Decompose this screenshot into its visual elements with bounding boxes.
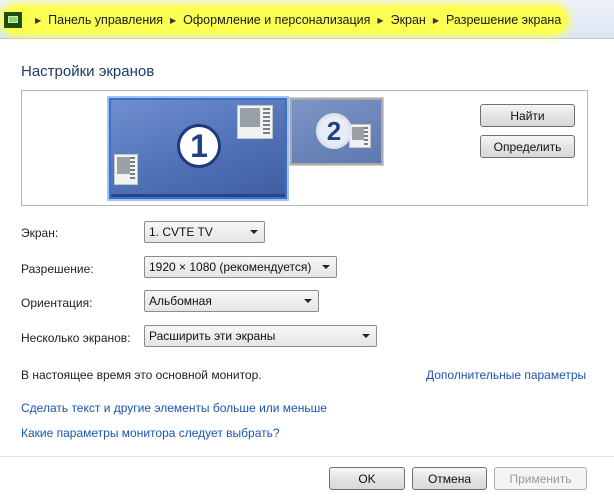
orientation-select[interactable]: Альбомная — [144, 290, 319, 312]
chevron-right-icon[interactable]: ▶ — [35, 16, 41, 25]
breadcrumb-item-display[interactable]: Экран — [391, 13, 426, 27]
chevron-right-icon[interactable]: ▶ — [433, 16, 439, 25]
resolution-label: Разрешение: — [21, 262, 94, 276]
dropdown-arrow-icon — [362, 334, 370, 338]
taskbar — [111, 194, 285, 197]
dropdown-arrow-icon — [250, 230, 258, 234]
resolution-select[interactable]: 1920 × 1080 (рекомендуется) — [144, 256, 337, 278]
page-title: Настройки экранов — [21, 63, 155, 80]
apply-button[interactable]: Применить — [494, 467, 587, 490]
chevron-right-icon[interactable]: ▶ — [377, 16, 383, 25]
monitor-preview: 1 2 Найти Определить — [21, 90, 588, 206]
monitor-1[interactable]: 1 — [109, 98, 287, 199]
display-label: Экран: — [21, 226, 59, 240]
orientation-select-value: Альбомная — [149, 294, 212, 308]
multiple-displays-select-value: Расширить эти экраны — [149, 329, 276, 343]
chevron-right-icon[interactable]: ▶ — [170, 16, 176, 25]
resolution-select-value: 1920 × 1080 (рекомендуется) — [149, 260, 312, 274]
window-thumbnail-icon — [349, 124, 371, 148]
breadcrumb: ▶ Панель управления ▶ Оформление и персо… — [4, 12, 561, 28]
breadcrumb-item-appearance[interactable]: Оформление и персонализация — [183, 13, 370, 27]
footer-divider — [0, 456, 614, 457]
multiple-displays-select[interactable]: Расширить эти экраны — [144, 325, 377, 347]
window-thumbnail-icon — [114, 154, 138, 185]
cancel-button[interactable]: Отмена — [412, 467, 487, 490]
text-size-link[interactable]: Сделать текст и другие элементы больше и… — [21, 401, 327, 415]
dropdown-arrow-icon — [322, 265, 330, 269]
identify-button[interactable]: Определить — [480, 135, 575, 158]
display-select-value: 1. CVTE TV — [149, 225, 213, 239]
breadcrumb-item-screen-resolution[interactable]: Разрешение экрана — [446, 13, 561, 27]
monitor-number-badge: 1 — [177, 124, 221, 168]
breadcrumb-item-control-panel[interactable]: Панель управления — [48, 13, 163, 27]
window-thumbnail-icon — [237, 105, 273, 139]
monitor-number-badge: 2 — [316, 113, 352, 149]
address-bar[interactable]: ▶ Панель управления ▶ Оформление и персо… — [0, 0, 614, 39]
monitor-2[interactable]: 2 — [290, 98, 383, 165]
orientation-label: Ориентация: — [21, 296, 93, 310]
find-button[interactable]: Найти — [480, 104, 575, 127]
advanced-settings-link[interactable]: Дополнительные параметры — [426, 368, 586, 382]
dropdown-arrow-icon — [304, 299, 312, 303]
multiple-displays-label: Несколько экранов: — [21, 331, 131, 345]
ok-button[interactable]: OK — [329, 467, 405, 490]
control-panel-icon — [4, 12, 22, 28]
display-select[interactable]: 1. CVTE TV — [144, 221, 265, 243]
which-settings-link[interactable]: Какие параметры монитора следует выбрать… — [21, 426, 280, 440]
primary-monitor-info: В настоящее время это основной монитор. — [21, 368, 262, 382]
